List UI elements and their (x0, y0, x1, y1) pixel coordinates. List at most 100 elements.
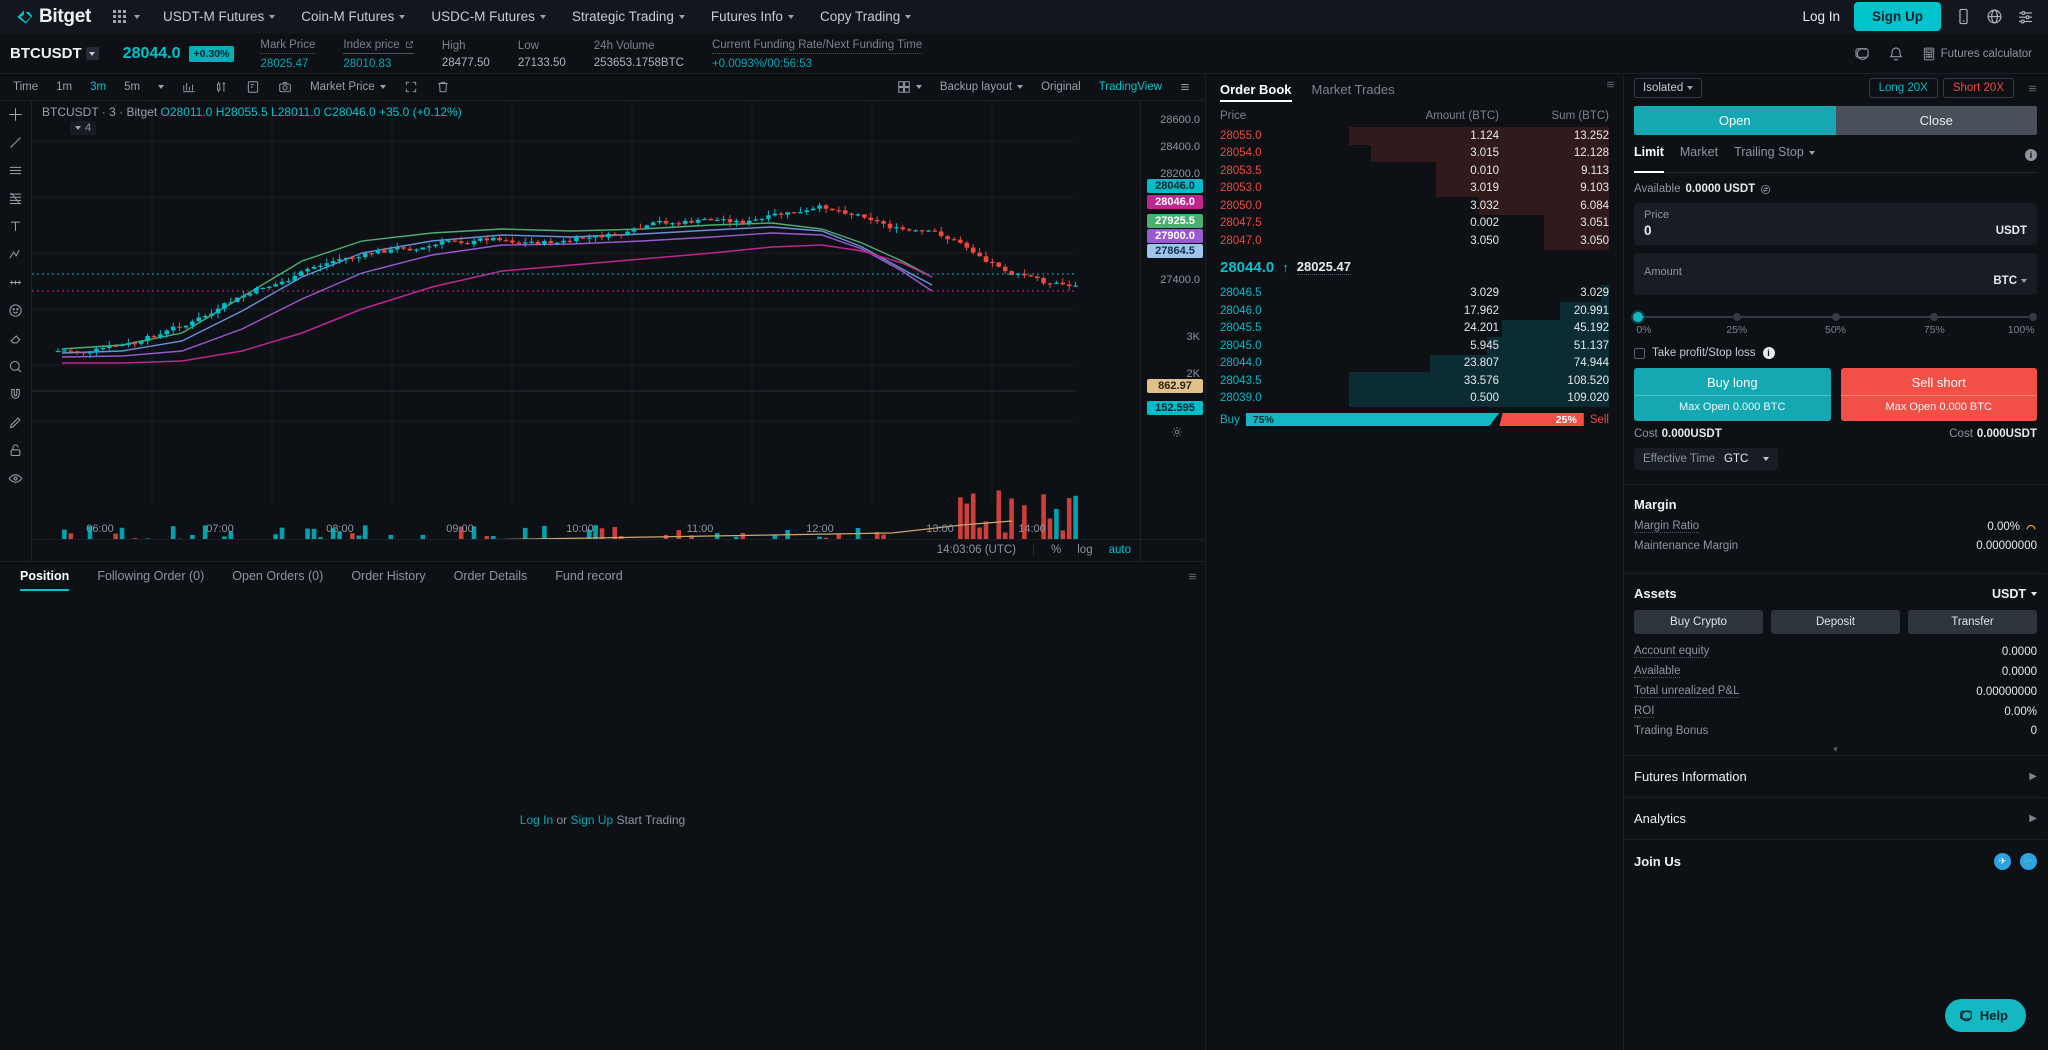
tab-order-history[interactable]: Order History (337, 561, 439, 591)
magnet-icon[interactable] (8, 387, 23, 402)
order-type-trailing-stop[interactable]: Trailing Stop (1734, 145, 1815, 165)
eraser-icon[interactable] (8, 331, 23, 346)
buy-crypto-button[interactable]: Buy Crypto (1634, 610, 1763, 634)
chart-menu-button[interactable] (1171, 74, 1199, 101)
tab-open-orders[interactable]: Open Orders (0) (218, 561, 337, 591)
trend-line-icon[interactable] (8, 135, 23, 150)
sell-short-button[interactable]: Sell short Max Open 0.000 BTC (1840, 368, 2037, 421)
login-inline-link[interactable]: Log In (520, 813, 553, 827)
tab-order-details[interactable]: Order Details (440, 561, 542, 591)
interval-more-button[interactable] (149, 74, 173, 101)
transfer-button[interactable]: Transfer (1908, 610, 2037, 634)
chart-percent-scale[interactable]: % (1051, 544, 1061, 556)
short-leverage-button[interactable]: Short 20X (1942, 78, 2014, 98)
telegram-icon[interactable]: ✈ (1994, 853, 2011, 870)
order-book-row[interactable]: 28046.0 17.962 20.991 (1206, 302, 1623, 320)
candle-type-button[interactable] (205, 74, 237, 101)
twitter-icon[interactable]: 🐦 (2020, 853, 2037, 870)
fib-retracement-icon[interactable] (8, 191, 23, 206)
brand-logo[interactable]: Bitget (14, 6, 91, 28)
chart-log-scale[interactable]: log (1077, 544, 1092, 556)
open-tab[interactable]: Open (1634, 106, 1836, 135)
panel-menu-icon[interactable] (1188, 572, 1197, 581)
pencil-draw-icon[interactable] (8, 415, 23, 430)
amount-percent-slider[interactable]: 0% 25% 50% 75% 100% (1633, 311, 2037, 336)
tpsl-checkbox[interactable] (1634, 347, 1645, 359)
tab-market-trades[interactable]: Market Trades (1312, 74, 1395, 104)
order-book-row[interactable]: 28044.0 23.807 74.944 (1206, 354, 1623, 372)
eye-visibility-icon[interactable] (8, 471, 23, 486)
tpsl-info-icon[interactable]: i (1762, 347, 1775, 359)
order-book-row[interactable]: 28050.0 3.032 6.084 (1206, 197, 1623, 215)
futures-calculator-button[interactable]: Futures calculator (1922, 47, 2032, 61)
tradingview-chart-tab[interactable]: TradingView (1090, 74, 1171, 101)
symbol-selector[interactable]: BTCUSDT (10, 45, 99, 62)
tab-following-order[interactable]: Following Order (0) (83, 561, 218, 591)
settings-gear-icon[interactable] (1171, 426, 1183, 438)
long-leverage-button[interactable]: Long 20X (1868, 78, 1938, 98)
nav-item-strategic-trading[interactable]: Strategic Trading (559, 0, 698, 34)
price-axis[interactable]: 28600.0 28400.0 28200.0 28000.0 27600.0 … (1140, 101, 1205, 561)
alert-bell-icon[interactable] (1888, 46, 1904, 62)
alert-button[interactable] (237, 74, 269, 101)
emoji-sticker-icon[interactable] (8, 303, 23, 318)
slider-tick-50[interactable] (1831, 313, 1840, 321)
pattern-tool-icon[interactable] (8, 247, 23, 262)
order-type-market[interactable]: Market (1680, 145, 1718, 165)
transfer-circle-icon[interactable] (1760, 184, 1771, 195)
slider-tick-25[interactable] (1732, 313, 1741, 321)
nav-item-usdc-m-futures[interactable]: USDC-M Futures (418, 0, 559, 34)
slider-tick-100[interactable] (2029, 313, 2037, 321)
login-link[interactable]: Log In (1802, 9, 1840, 24)
deposit-button[interactable]: Deposit (1771, 610, 1900, 634)
app-grid-button[interactable] (113, 10, 141, 23)
margin-mode-selector[interactable]: Isolated (1634, 78, 1703, 98)
tab-order-book[interactable]: Order Book (1220, 74, 1292, 104)
zoom-magnifier-icon[interactable] (8, 359, 23, 374)
order-book-row[interactable]: 28054.0 3.015 12.128 (1206, 144, 1623, 162)
order-book-row[interactable]: 28047.5 0.002 3.051 (1206, 214, 1623, 232)
slider-tick-75[interactable] (1930, 313, 1939, 321)
horizontal-lines-icon[interactable] (8, 163, 23, 178)
fullscreen-button[interactable] (395, 74, 427, 101)
chart-clock[interactable]: 14:03:06 (UTC) (937, 544, 1016, 556)
expand-assets-button[interactable]: ▾ (1634, 744, 2037, 755)
slider-handle[interactable] (1633, 312, 1643, 322)
trade-panel-menu-icon[interactable] (2028, 84, 2037, 93)
order-book-row[interactable]: 28053.0 3.019 9.103 (1206, 179, 1623, 197)
order-book-row[interactable]: 28045.0 5.945 51.137 (1206, 337, 1623, 355)
measure-ruler-icon[interactable] (8, 275, 23, 290)
time-axis[interactable]: 06:00 07:00 08:00 09:00 10:00 11:00 12:0… (32, 523, 1205, 539)
signup-button[interactable]: Sign Up (1854, 2, 1941, 31)
effective-time-selector[interactable]: Effective Time GTC (1634, 448, 1779, 470)
lock-icon[interactable] (8, 443, 23, 458)
layout-grid-button[interactable] (888, 74, 931, 101)
analytics-accordion[interactable]: Analytics ▶ (1624, 797, 2047, 839)
take-profit-stop-loss-row[interactable]: Take profit/Stop loss i (1634, 347, 2037, 359)
nav-item-usdt-m-futures[interactable]: USDT-M Futures (150, 0, 288, 34)
tab-position[interactable]: Position (6, 561, 83, 591)
screenshot-button[interactable] (269, 74, 301, 101)
help-button[interactable]: Help (1944, 999, 2026, 1032)
chart-indicator-badge[interactable]: 4 (70, 121, 97, 135)
order-book-row[interactable]: 28053.5 0.010 9.113 (1206, 162, 1623, 180)
order-book-row[interactable]: 28055.0 1.124 13.252 (1206, 127, 1623, 145)
chart-time-button[interactable]: Time (4, 74, 47, 101)
order-book-menu-icon[interactable] (1606, 80, 1615, 89)
signup-inline-link[interactable]: Sign Up (570, 813, 613, 827)
cursor-crosshair-icon[interactable] (8, 107, 23, 122)
price-source-selector[interactable]: Market Price (301, 74, 395, 101)
order-book-row[interactable]: 28039.0 0.500 109.020 (1206, 389, 1623, 407)
futures-information-accordion[interactable]: Futures Information ▶ (1624, 755, 2047, 797)
order-book-row[interactable]: 28043.5 33.576 108.520 (1206, 372, 1623, 390)
settings-sliders-icon[interactable] (2017, 8, 2034, 25)
indicators-button[interactable] (173, 74, 205, 101)
order-book-row[interactable]: 28045.5 24.201 45.192 (1206, 319, 1623, 337)
nav-item-copy-trading[interactable]: Copy Trading (807, 0, 924, 34)
text-tool-icon[interactable] (8, 219, 23, 234)
delete-drawings-button[interactable] (427, 74, 459, 101)
nav-item-coin-m-futures[interactable]: Coin-M Futures (288, 0, 418, 34)
order-book-row[interactable]: 28047.0 3.050 3.050 (1206, 232, 1623, 250)
interval-3m[interactable]: 3m (81, 74, 115, 101)
chart-auto-scale[interactable]: auto (1109, 544, 1131, 556)
